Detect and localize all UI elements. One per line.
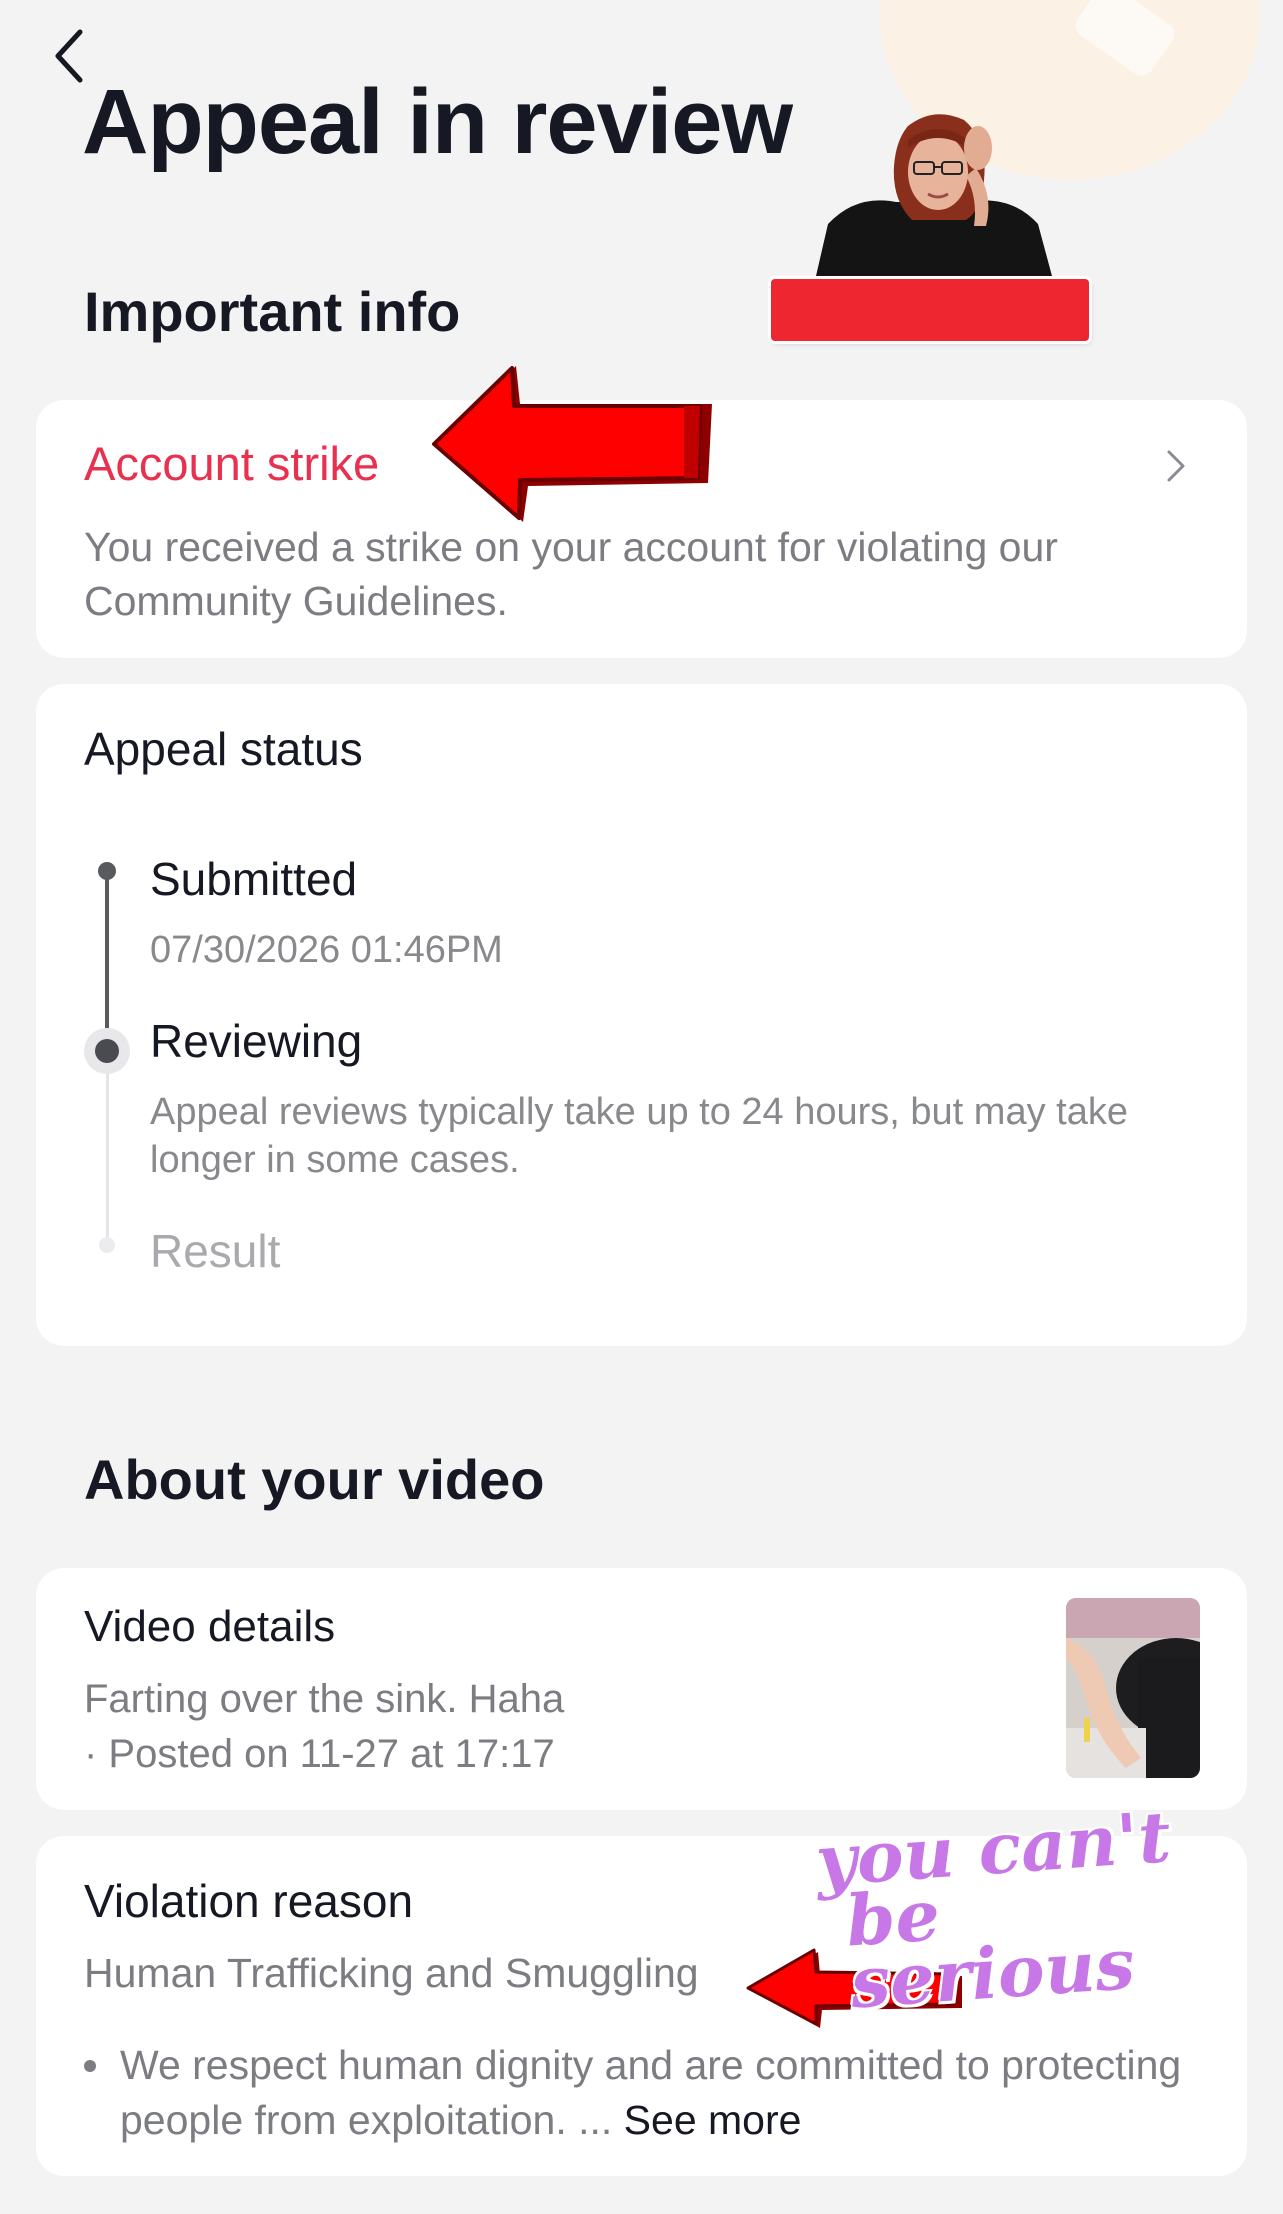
appeal-screen: Appeal in review Important info Account … (0, 0, 1283, 2214)
step-submitted-date: 07/30/2026 01:46PM (150, 929, 503, 971)
video-thumbnail[interactable] (1066, 1598, 1200, 1778)
violation-reason-text: Human Trafficking and Smuggling (84, 1950, 699, 1996)
about-video-heading: About your video (84, 1448, 545, 1511)
step-reviewing-label: Reviewing (150, 1015, 363, 1067)
step-submitted-label: Submitted (150, 853, 358, 905)
timeline-line-pending (106, 1050, 109, 1240)
chevron-right-icon (1167, 450, 1185, 482)
redaction-bar (771, 279, 1089, 341)
violation-reason-title: Violation reason (84, 1875, 414, 1927)
reaction-sticker-image (816, 114, 1052, 276)
timeline-line-complete (105, 872, 109, 1032)
video-details-description: Farting over the sink. Haha · Posted on … (84, 1672, 724, 1782)
appeal-status-heading: Appeal status (84, 723, 363, 775)
video-posted-date: · Posted on 11-27 at 17:17 (84, 1732, 555, 1776)
timeline-dot-reviewing (84, 1028, 130, 1074)
video-thumbnail-image (1066, 1598, 1200, 1778)
bullet-dot (84, 2060, 96, 2072)
sticker-caption-line2: be serious (843, 1873, 1138, 2025)
account-strike-title: Account strike (84, 437, 380, 490)
step-result-label: Result (150, 1225, 281, 1277)
page-title: Appeal in review (82, 71, 793, 173)
appeal-status-card: Appeal status Submitted 07/30/2026 01:46… (36, 684, 1247, 1346)
violation-policy-bullet: We respect human dignity and are committ… (84, 2038, 1204, 2148)
step-reviewing-detail: Appeal reviews typically take up to 24 h… (150, 1091, 1128, 1181)
account-strike-card[interactable]: Account strike You received a strike on … (36, 400, 1247, 658)
timeline-dot-result (99, 1237, 115, 1253)
account-strike-description: You received a strike on your account fo… (84, 524, 1058, 624)
important-info-heading: Important info (84, 280, 461, 343)
timeline-dot-submitted (98, 862, 116, 880)
see-more-link[interactable]: See more (624, 2097, 802, 2143)
sticker-caption: you can't be serious (813, 1795, 1186, 2025)
video-details-card[interactable]: Video details Farting over the sink. Hah… (36, 1568, 1247, 1810)
video-details-title: Video details (84, 1602, 336, 1651)
video-caption: Farting over the sink. Haha (84, 1677, 565, 1721)
